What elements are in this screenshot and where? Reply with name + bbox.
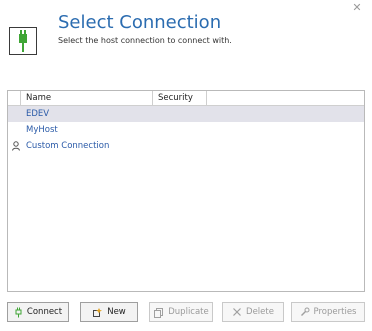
plug-small-icon [14,307,23,318]
list-item-custom-connection[interactable]: Custom Connection [8,138,364,154]
list-item-edev[interactable]: EDEV [8,106,364,122]
new-button-label: New [107,307,126,317]
wrench-icon [300,307,310,317]
list-header: Name Security [8,91,364,106]
user-icon [11,141,21,151]
properties-button[interactable]: Properties [291,302,365,322]
delete-button[interactable]: Delete [222,302,284,322]
connect-button-label: Connect [26,307,63,317]
delete-button-label: Delete [246,307,274,317]
list-item-label: Custom Connection [26,141,110,151]
delete-icon [232,307,242,317]
column-header-security[interactable]: Security [153,91,207,105]
connect-button[interactable]: Connect [7,302,69,322]
dialog-subtitle: Select the host connection to connect wi… [58,36,232,45]
new-icon [92,307,103,318]
button-toolbar: Connect New Duplicate Delete Properties [7,302,365,322]
plug-icon [9,27,37,55]
column-header-icon [8,91,21,105]
column-header-name[interactable]: Name [21,91,153,105]
duplicate-icon [153,307,164,318]
list-item-label: MyHost [26,125,58,135]
dialog-title: Select Connection [58,12,222,33]
new-button[interactable]: New [80,302,138,322]
list-item-myhost[interactable]: MyHost [8,122,364,138]
duplicate-button-label: Duplicate [168,307,209,317]
list-item-label: EDEV [26,109,50,119]
connection-list[interactable]: Name Security EDEV MyHost Custom Connect… [7,90,365,292]
duplicate-button[interactable]: Duplicate [149,302,213,322]
close-icon[interactable]: ✕ [351,2,363,14]
properties-button-label: Properties [313,307,357,317]
